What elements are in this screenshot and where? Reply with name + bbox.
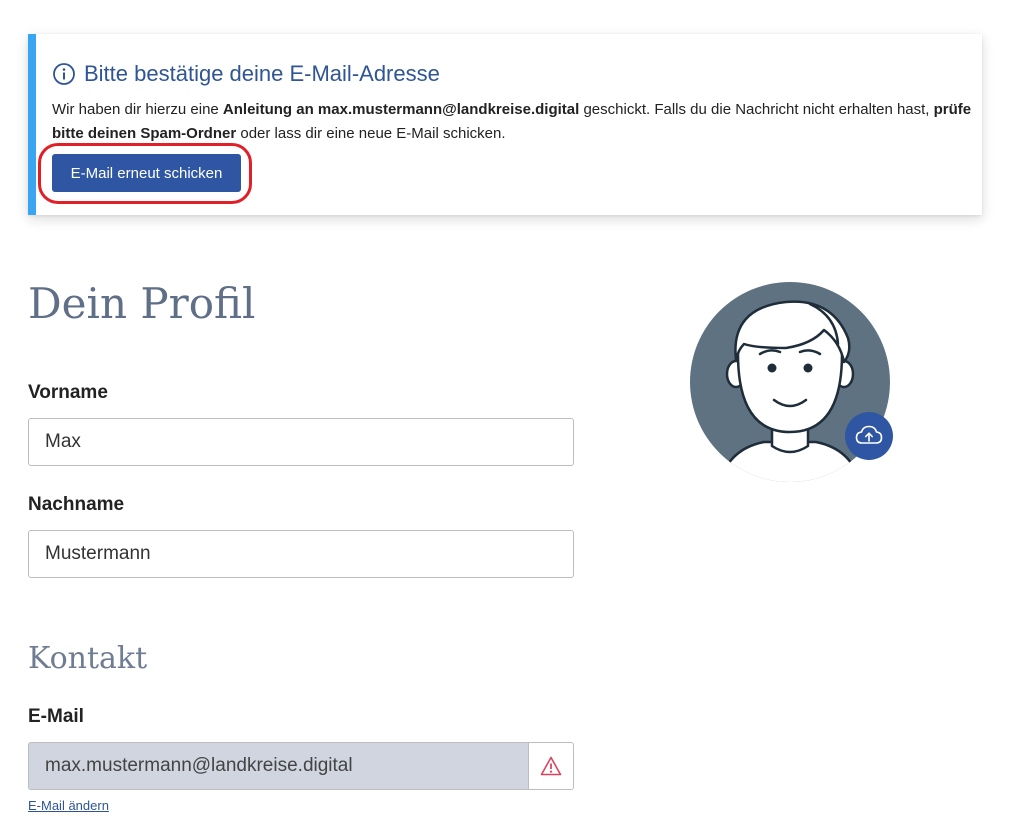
alert-title: Bitte bestätige deine E-Mail-Adresse — [52, 59, 440, 89]
contact-section-title: Kontakt — [28, 641, 148, 676]
last-name-field[interactable] — [28, 530, 574, 578]
alert-title-text: Bitte bestätige deine E-Mail-Adresse — [84, 61, 440, 86]
email-warning-indicator — [528, 742, 574, 790]
email-field-group — [28, 742, 574, 790]
first-name-label: Vorname — [28, 382, 108, 403]
page-title: Dein Profil — [28, 279, 256, 328]
alert-message: Wir haben dir hierzu eine Anleitung an m… — [52, 98, 972, 146]
email-label: E-Mail — [28, 706, 84, 727]
alert-text-part-1: Wir haben dir hierzu eine — [52, 101, 223, 118]
last-name-label: Nachname — [28, 494, 125, 515]
email-field[interactable] — [28, 742, 528, 790]
alert-text-bold-1: Anleitung an max.mustermann@landkreise.d… — [222, 101, 580, 118]
alert-text-part-2: geschickt. Falls du die Nachricht nicht … — [579, 101, 934, 118]
first-name-field[interactable] — [28, 418, 574, 466]
highlight-annotation — [38, 143, 252, 204]
alert-text-part-3: oder lass dir eine neue E-Mail schicken. — [236, 125, 506, 142]
cloud-upload-icon — [855, 425, 883, 444]
warning-icon — [540, 756, 562, 776]
change-email-link[interactable]: E-Mail ändern — [28, 798, 109, 813]
alert-accent-stripe — [28, 34, 36, 215]
upload-avatar-button[interactable] — [845, 412, 893, 460]
info-icon — [53, 63, 75, 85]
